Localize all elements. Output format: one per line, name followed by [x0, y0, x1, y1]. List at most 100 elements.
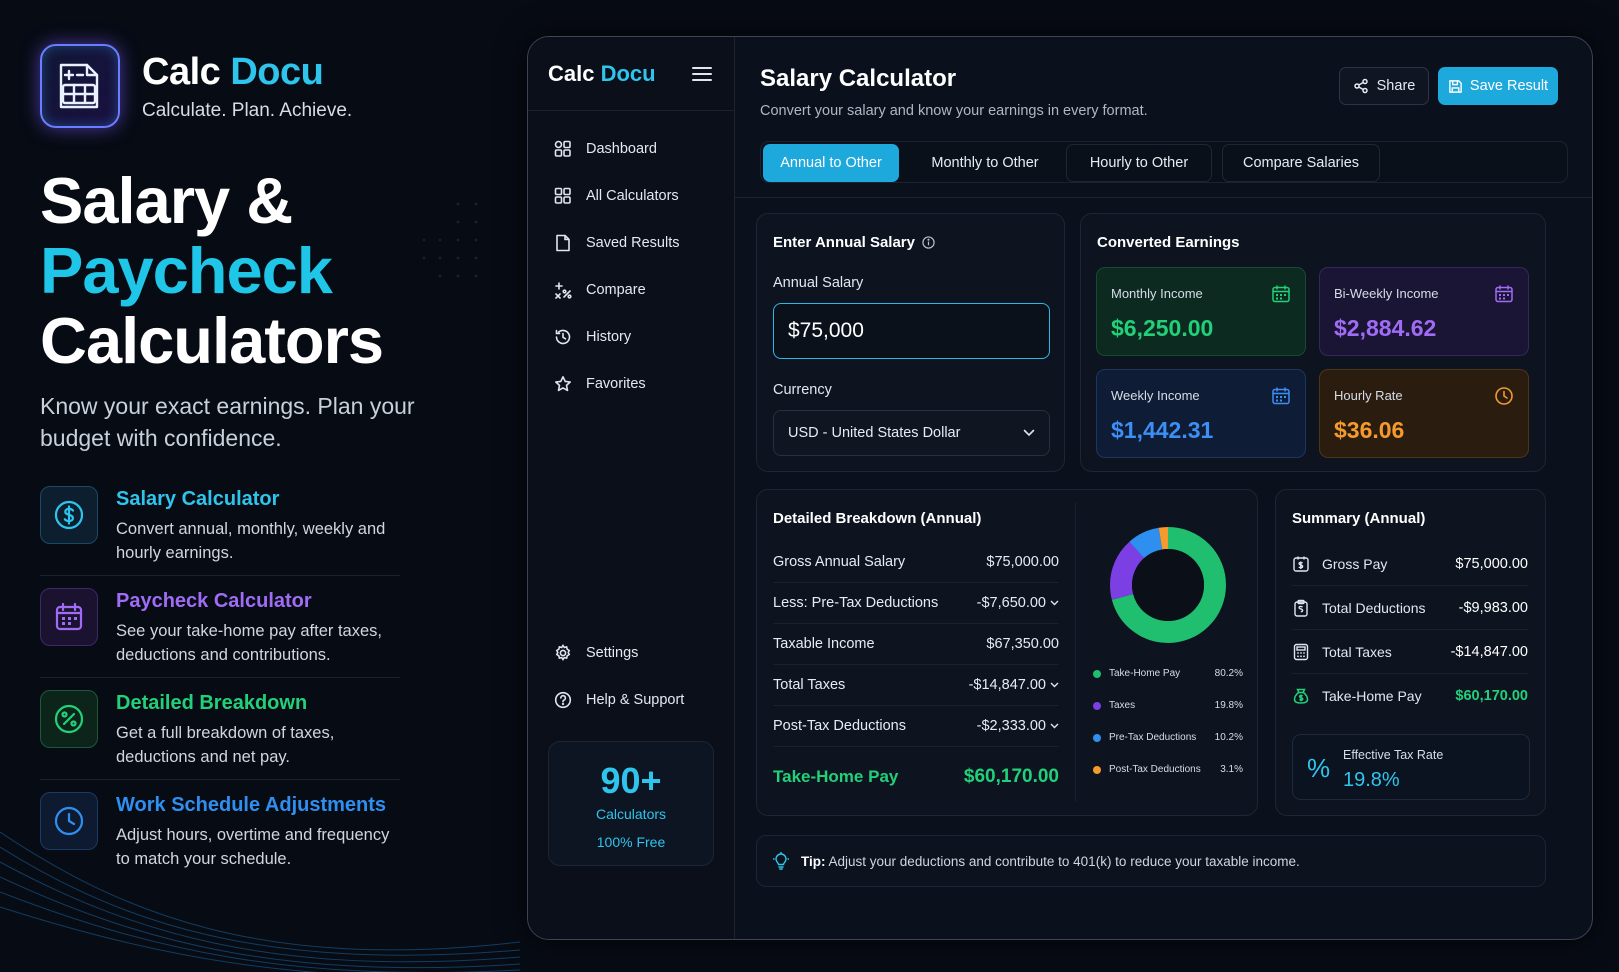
clipboard-icon: [1294, 599, 1308, 617]
sidebar-item-dashboard[interactable]: Dashboard: [528, 125, 734, 172]
share-icon: [1353, 78, 1368, 94]
currency-select[interactable]: USD - United States Dollar: [773, 410, 1050, 456]
annual-salary-input[interactable]: $75,000: [773, 303, 1050, 359]
feature-description: See your take-home pay after taxes, dedu…: [116, 622, 382, 664]
brand-name-part2: Docu: [230, 50, 324, 93]
summary-row-value: -$14,847.00: [1450, 643, 1528, 660]
sidebar-item-label: Saved Results: [586, 234, 680, 251]
app-window: Calc Docu Dashboard All Calculators Save…: [527, 36, 1593, 940]
earning-value: $1,442.31: [1111, 417, 1214, 443]
breakdown-row-value: -$7,650.00: [976, 595, 1046, 611]
calendar-icon: [1272, 387, 1290, 405]
hamburger-menu-icon[interactable]: [692, 66, 712, 81]
calendar-icon: [1495, 285, 1513, 303]
salary-label: Annual Salary: [773, 275, 864, 291]
summary-row-take-home: Take-Home Pay $60,170.00: [1292, 674, 1528, 718]
compare-icon: [555, 281, 572, 299]
feature-list: Salary Calculator Convert annual, monthl…: [40, 474, 480, 881]
breakdown-row-expandable[interactable]: Total Taxes -$14,847.00: [773, 665, 1059, 706]
input-card-title-text: Enter Annual Salary: [773, 234, 915, 251]
lightbulb-icon: [773, 852, 789, 870]
share-button[interactable]: Share: [1339, 67, 1429, 105]
summary-row-value: $75,000.00: [1455, 555, 1528, 572]
summary-row-value: $60,170.00: [1455, 688, 1528, 704]
legend-item: Taxes 19.8%: [1093, 700, 1243, 711]
summary-row: Total Taxes -$14,847.00: [1292, 630, 1528, 674]
breakdown-row-label: Total Taxes: [773, 677, 846, 693]
summary-row-label: Gross Pay: [1322, 555, 1388, 572]
sidebar-item-compare[interactable]: Compare: [528, 266, 734, 313]
tab-annual-to-other[interactable]: Annual to Other: [763, 144, 899, 182]
sidebar-item-settings[interactable]: Settings: [528, 629, 734, 676]
page-subtitle: Convert your salary and know your earnin…: [760, 103, 1148, 119]
promo-line1: Calculators: [595, 806, 667, 822]
converted-earnings-title: Converted Earnings: [1097, 234, 1240, 251]
hero-title: Salary & Paycheck Calculators: [40, 166, 480, 376]
feature-item: Paycheck Calculator See your take-home p…: [40, 576, 400, 678]
tab-compare-salaries[interactable]: Compare Salaries: [1222, 144, 1380, 182]
calculator-logo-icon: [40, 44, 120, 128]
weekly-income-card: Weekly Income $1,442.31: [1096, 369, 1306, 458]
sidebar-item-history[interactable]: History: [528, 313, 734, 360]
summary-row-label: Take-Home Pay: [1322, 688, 1422, 704]
tip-text: Tip: Adjust your deductions and contribu…: [801, 854, 1300, 869]
tip-bar: Tip: Adjust your deductions and contribu…: [756, 835, 1546, 887]
sidebar-item-all-calculators[interactable]: All Calculators: [528, 172, 734, 219]
info-icon[interactable]: [922, 236, 935, 249]
chevron-down-icon: [1050, 682, 1059, 688]
breakdown-row-label: Taxable Income: [773, 636, 875, 652]
take-home-value: $60,170.00: [963, 765, 1059, 787]
page-title: Salary Calculator: [760, 65, 957, 92]
legend-item: Take-Home Pay 80.2%: [1093, 668, 1243, 679]
feature-title: Work Schedule Adjustments: [116, 794, 387, 816]
save-result-button[interactable]: Save Result: [1438, 67, 1558, 105]
earning-label: Monthly Income: [1111, 286, 1203, 301]
breakdown-row-expandable[interactable]: Post-Tax Deductions -$2,333.00: [773, 706, 1059, 747]
feature-description: Get a full breakdown of taxes, deduction…: [116, 724, 335, 766]
breakdown-row-expandable[interactable]: Less: Pre-Tax Deductions -$7,650.00: [773, 583, 1059, 624]
chevron-down-icon: [1050, 600, 1059, 606]
promo-number: 90+: [600, 760, 662, 801]
summary-title: Summary (Annual): [1292, 510, 1426, 527]
document-icon: [556, 234, 570, 251]
tip-body: Adjust your deductions and contribute to…: [828, 853, 1300, 869]
donut-hole: [1132, 549, 1204, 621]
divider: [735, 197, 1592, 198]
money-icon: [1293, 688, 1309, 704]
feature-item: Work Schedule Adjustments Adjust hours, …: [40, 780, 400, 881]
sidebar-brand-part1: Calc: [548, 60, 595, 86]
legend-label: Pre-Tax Deductions: [1109, 732, 1197, 743]
legend-item: Post-Tax Deductions 3.1%: [1093, 764, 1243, 775]
feature-description: Convert annual, monthly, weekly and hour…: [116, 520, 386, 562]
calendar-icon: [1272, 285, 1290, 303]
feature-description: Adjust hours, overtime and frequency to …: [116, 826, 390, 868]
legend-value: 10.2%: [1214, 732, 1243, 743]
breakdown-row: Taxable Income $67,350.00: [773, 624, 1059, 665]
brand-name-part1: Calc: [142, 50, 221, 93]
feature-title: Salary Calculator: [116, 488, 280, 510]
bi-weekly-income-card: Bi-Weekly Income $2,884.62: [1319, 267, 1529, 356]
sidebar-nav: Dashboard All Calculators Saved Results …: [528, 125, 734, 407]
tab-monthly-to-other[interactable]: Monthly to Other: [911, 144, 1059, 182]
clock-icon: [40, 792, 98, 850]
effective-tax-rate-box: % Effective Tax Rate 19.8%: [1292, 734, 1530, 800]
sidebar-item-help[interactable]: Help & Support: [528, 676, 734, 723]
sidebar-item-favorites[interactable]: Favorites: [528, 360, 734, 407]
earning-value: $36.06: [1334, 417, 1405, 443]
take-home-total-row: Take-Home Pay $60,170.00: [773, 756, 1059, 797]
earning-value: $2,884.62: [1334, 315, 1437, 341]
legend-label: Taxes: [1109, 700, 1136, 711]
summary-row: Total Deductions -$9,983.00: [1292, 586, 1528, 630]
take-home-label: Take-Home Pay: [773, 766, 899, 786]
chevron-down-icon: [1023, 429, 1035, 437]
tab-hourly-to-other[interactable]: Hourly to Other: [1066, 144, 1212, 182]
breakdown-row: Gross Annual Salary $75,000.00: [773, 542, 1059, 583]
converted-earnings-card: Converted Earnings Monthly Income $6,250…: [1080, 213, 1546, 472]
sidebar-bottom: Settings Help & Support: [528, 629, 734, 723]
sidebar-item-saved-results[interactable]: Saved Results: [528, 219, 734, 266]
sidebar: Calc Docu Dashboard All Calculators Save…: [528, 37, 735, 939]
earning-label: Hourly Rate: [1334, 388, 1403, 403]
salary-input-card: Enter Annual Salary Annual Salary $75,00…: [756, 213, 1065, 472]
legend-swatch: [1093, 733, 1101, 742]
clock-icon: [1495, 387, 1513, 405]
